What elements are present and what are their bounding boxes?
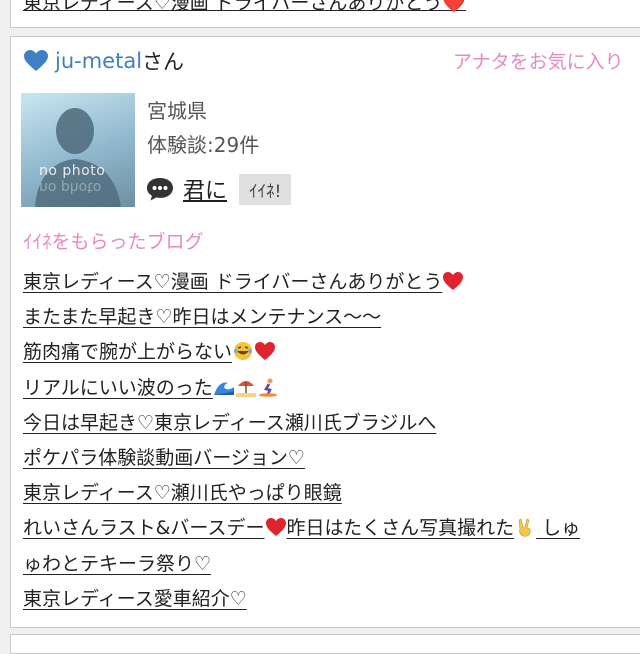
list-item: 東京レディース♡瀬川氏やっぱり眼鏡 — [23, 476, 640, 511]
message-link[interactable]: 君に — [183, 173, 227, 205]
list-item: 東京レディース♡漫画 ドライバーさんありがとう — [23, 265, 640, 300]
list-item: 東京レディース愛車紹介♡ — [23, 582, 640, 617]
action-row: 君に ｲｲﾈ! — [145, 173, 292, 205]
previous-card: 東京レディース♡漫画 ドライバーさんありがとう❤️ — [10, 0, 640, 28]
list-item: またまた早起き♡昨日はメンテナンス〜〜 — [23, 300, 640, 335]
list-item: 今日は早起き♡東京レディース瀬川氏ブラジルへ — [23, 406, 640, 441]
previous-blog-link[interactable]: 東京レディース♡漫画 ドライバーさんありがとう❤️ — [23, 0, 466, 15]
beach-umbrella-icon — [235, 380, 256, 397]
list-item: 筋肉痛で腕が上がらない — [23, 335, 640, 370]
experience-count: 体験談:29件 — [147, 129, 259, 158]
wave-icon — [213, 382, 234, 395]
blog-link[interactable]: ポケパラ体験談動画バージョン♡ — [23, 447, 305, 469]
heart-icon — [24, 50, 48, 71]
chat-bubble-icon — [147, 178, 173, 201]
victory-hand-icon — [518, 518, 531, 537]
no-photo-reflection: no photo — [39, 179, 102, 195]
experience-label: 体験談: — [147, 133, 214, 157]
user-name-suffix: さん — [142, 50, 185, 74]
avatar[interactable]: no photo no photo — [21, 93, 135, 207]
blog-link[interactable]: ゅわとテキーラ祭り♡ — [23, 553, 211, 575]
list-item: ゅわとテキーラ祭り♡ — [23, 547, 640, 582]
user-name-link[interactable]: ju-metal — [55, 49, 142, 73]
blog-link[interactable]: 東京レディース愛車紹介♡ — [23, 588, 247, 610]
blog-link[interactable]: 筋肉痛で腕が上がらない — [23, 341, 276, 363]
red-heart-icon — [443, 272, 464, 290]
list-item: ポケパラ体験談動画バージョン♡ — [23, 441, 640, 476]
blog-link[interactable]: 今日は早起き♡東京レディース瀬川氏ブラジルへ — [23, 412, 436, 434]
list-item: れいさんラスト&バースデー 昨日はたくさん写真撮れた しゅ — [23, 511, 640, 546]
next-card — [10, 634, 640, 654]
no-photo-label: no photo — [39, 163, 106, 179]
blog-link[interactable]: れいさんラスト&バースデー 昨日はたくさん写真撮れた しゅ — [23, 517, 580, 539]
user-header: ju-metal さん — [23, 45, 184, 77]
red-heart-icon — [255, 342, 276, 361]
liked-blog-list: 東京レディース♡漫画 ドライバーさんありがとう またまた早起き♡昨日はメンテナン… — [23, 265, 640, 617]
list-item: リアルにいい波のった — [23, 371, 640, 406]
prefecture: 宮城県 — [147, 99, 207, 123]
laughing-face-icon — [234, 342, 253, 361]
user-card: ju-metal さん アナタをお気に入り no photo no photo … — [10, 36, 640, 628]
blog-link[interactable]: 東京レディース♡瀬川氏やっぱり眼鏡 — [23, 482, 342, 504]
blog-link[interactable]: 東京レディース♡漫画 ドライバーさんありがとう — [23, 271, 464, 293]
blog-link[interactable]: リアルにいい波のった — [23, 377, 279, 399]
red-heart-icon — [265, 518, 286, 537]
add-favorite-link[interactable]: アナタをお気に入り — [453, 47, 624, 74]
like-button[interactable]: ｲｲﾈ! — [239, 173, 292, 205]
blog-link[interactable]: またまた早起き♡昨日はメンテナンス〜〜 — [23, 306, 381, 328]
experience-value: 29件 — [213, 133, 260, 157]
surfer-icon — [258, 378, 277, 397]
liked-blogs-heading: ｲｲﾈをもらったブログ — [23, 231, 204, 253]
